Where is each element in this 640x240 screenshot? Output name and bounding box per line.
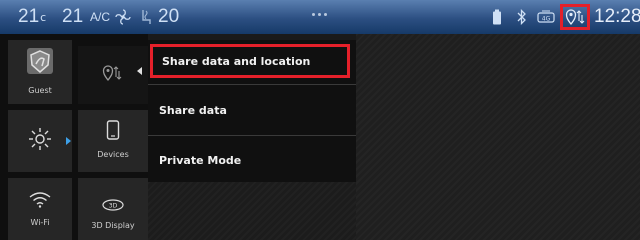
right-temperature[interactable]: 21	[62, 0, 83, 34]
devices-label: Devices	[97, 150, 129, 159]
right-temp-value: 21	[62, 6, 84, 27]
fan-speed-value: 20	[158, 6, 180, 27]
menu-item-share-data-and-location[interactable]: Share data and location	[150, 44, 350, 78]
menu-item-label: Share data	[159, 103, 227, 117]
left-temp-unit: c	[40, 10, 47, 24]
location-share-tile-icon	[102, 64, 124, 86]
3d-display-label: 3D Display	[91, 221, 135, 230]
seat-heat-icon[interactable]	[140, 0, 154, 34]
brightness-icon	[28, 127, 52, 155]
share-location-tile[interactable]	[78, 46, 148, 104]
home-background-lower	[148, 182, 356, 240]
expand-arrow-icon	[66, 137, 71, 145]
wifi-label: Wi-Fi	[30, 218, 50, 227]
guest-profile-tile[interactable]: Guest	[8, 40, 72, 104]
svg-text:3D: 3D	[109, 203, 118, 210]
guest-label: Guest	[28, 86, 52, 95]
location-highlight	[560, 4, 590, 30]
submenu-pointer-icon	[137, 67, 142, 75]
3d-display-icon: 3D	[102, 196, 124, 215]
status-bar: 21 c 21 A/C 20 4G 12:28	[0, 0, 640, 34]
devices-tile[interactable]: Devices	[78, 110, 148, 172]
brightness-tile[interactable]	[8, 110, 72, 172]
menu-item-label: Private Mode	[159, 153, 242, 167]
fan-icon[interactable]	[115, 0, 131, 34]
clock-text: 12:28	[594, 6, 640, 27]
clock: 12:28	[594, 0, 640, 34]
svg-text:4G: 4G	[542, 16, 551, 23]
menu-item-share-data[interactable]: Share data	[148, 92, 356, 128]
menu-divider	[148, 135, 356, 136]
left-temperature[interactable]: 21 c	[18, 0, 46, 34]
menu-item-label: Share data and location	[162, 54, 311, 68]
ac-button[interactable]: A/C	[90, 0, 110, 34]
shortcut-panel: Guest Devices Wi-Fi 3D 3D Display	[0, 34, 148, 240]
phone-icon	[106, 120, 120, 144]
wifi-tile[interactable]: Wi-Fi	[8, 178, 72, 240]
wifi-icon	[29, 192, 51, 212]
page-indicator	[312, 13, 327, 16]
battery-icon	[492, 0, 502, 34]
4g-icon: 4G	[537, 0, 555, 34]
ac-label: A/C	[90, 10, 111, 24]
menu-divider	[148, 84, 356, 85]
share-menu: Share data and location Share data Priva…	[148, 40, 356, 182]
home-background	[356, 34, 640, 240]
3d-display-tile[interactable]: 3D 3D Display	[78, 178, 148, 240]
profile-badge-icon	[25, 46, 55, 80]
menu-item-private-mode[interactable]: Private Mode	[148, 142, 356, 178]
fan-speed[interactable]: 20	[158, 0, 179, 34]
bluetooth-icon	[516, 0, 528, 34]
left-temp-value: 21	[18, 6, 40, 27]
